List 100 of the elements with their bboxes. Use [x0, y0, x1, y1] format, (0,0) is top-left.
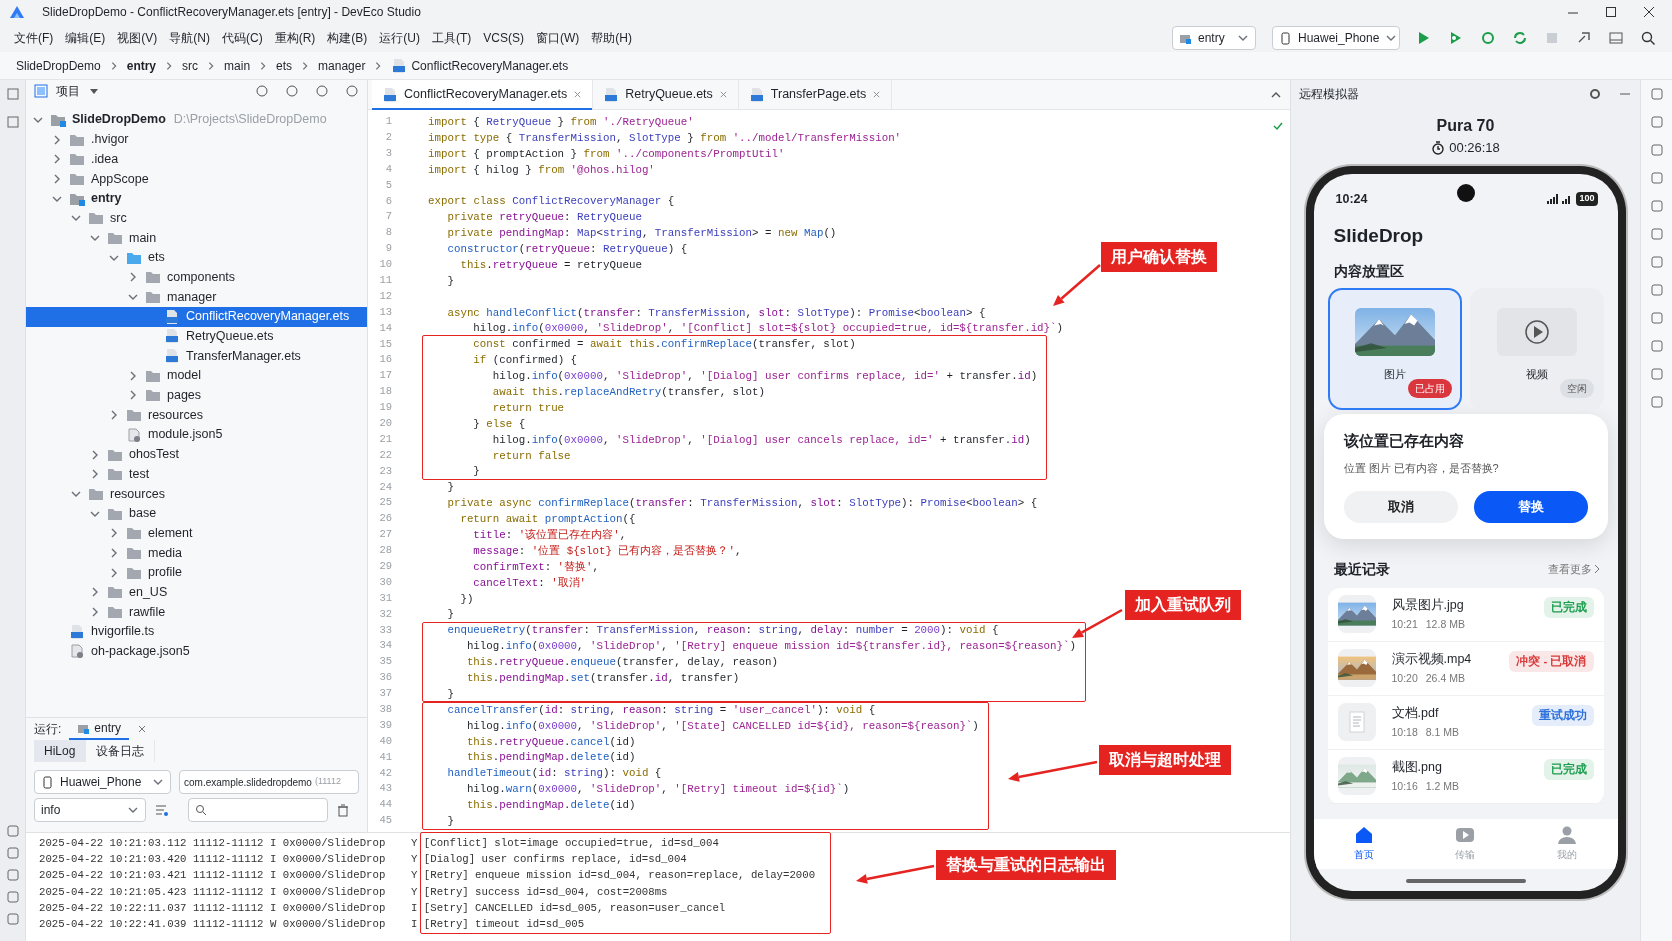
tool-icon[interactable] [1648, 282, 1665, 298]
breadcrumb-item[interactable]: src [182, 56, 199, 75]
close-icon[interactable] [1642, 5, 1656, 19]
tree-item[interactable]: pages [26, 385, 367, 406]
tool-icon[interactable] [1648, 254, 1665, 270]
line-number: 8 [384, 225, 392, 241]
menu-item[interactable]: 运行(U) [373, 27, 426, 49]
tree-item[interactable]: entry [26, 188, 367, 209]
more-link[interactable]: 查看更多 [1547, 561, 1592, 578]
menu-item[interactable]: 文件(F) [8, 27, 60, 49]
tree-item[interactable]: media [26, 543, 367, 563]
search-icon[interactable] [1640, 30, 1656, 46]
editor-tab[interactable]: TransferPage.ets [738, 79, 893, 110]
file-name: 演示视频.mp4 [1391, 650, 1472, 668]
device-select[interactable]: Huawei_Phone [1272, 26, 1400, 50]
search-field[interactable] [188, 798, 328, 822]
file-name: 风景图片.jpg [1391, 596, 1465, 614]
breadcrumb-item[interactable]: main [224, 56, 251, 75]
breadcrumb-item[interactable]: ConflictRecoveryManager.ets [411, 56, 569, 75]
tool-icon[interactable] [1648, 366, 1665, 382]
tool-icon[interactable] [1648, 394, 1665, 410]
tool-icon[interactable] [1648, 226, 1665, 242]
line-number: 21 [378, 431, 392, 447]
drop-slot[interactable]: 图片 已占用 [1327, 287, 1462, 410]
tool-icon[interactable] [1648, 338, 1665, 354]
code-line: await this.replaceAndRetry(transfer, slot) [491, 385, 765, 400]
menu-item[interactable]: 视图(V) [111, 27, 164, 49]
tree-item[interactable]: rawfile [26, 602, 367, 622]
file-time: 10:16 [1391, 779, 1418, 795]
level-select[interactable]: info [34, 798, 146, 822]
tool-icon[interactable] [1648, 310, 1665, 326]
ets-file-icon [164, 349, 180, 364]
menu-item[interactable]: 构建(B) [321, 27, 374, 49]
menu-item[interactable]: 导航(N) [163, 27, 216, 49]
breadcrumb-item[interactable]: SlideDropDemo [16, 56, 101, 75]
breadcrumb-item[interactable]: ets [276, 56, 293, 75]
tree-item[interactable]: hvigorfile.ts [26, 621, 367, 642]
menu-item[interactable]: 重构(R) [268, 27, 322, 49]
menu-item[interactable]: 帮助(H) [585, 27, 638, 49]
confirm-button[interactable]: 替换 [1473, 490, 1588, 523]
module-icon [69, 191, 85, 206]
tool-icon[interactable] [1648, 170, 1665, 186]
tree-item[interactable]: resources [26, 405, 367, 425]
tree-item[interactable]: AppScope [26, 169, 367, 189]
tree-item[interactable]: TransferManager.ets [26, 346, 367, 366]
menu-item[interactable]: 窗口(W) [530, 27, 586, 49]
maximize-icon[interactable] [1604, 5, 1618, 19]
nav-tab[interactable]: 首页 [1313, 818, 1415, 869]
phone-icon [41, 775, 54, 789]
sync-icon[interactable] [1512, 30, 1528, 46]
tree-item[interactable]: ets [26, 247, 367, 268]
trash-icon[interactable] [336, 803, 350, 817]
line-number: 15 [378, 336, 392, 352]
tree-item[interactable]: test [26, 464, 367, 485]
editor-tab[interactable]: RetryQueue.ets [593, 79, 739, 110]
log-level: I [269, 884, 277, 900]
tool-icon[interactable] [1648, 198, 1665, 214]
tool-icon[interactable] [1648, 142, 1665, 158]
breadcrumb-item[interactable]: manager [318, 56, 366, 75]
log-tag: 0x0000/SlideDrop [282, 851, 386, 868]
drop-slot[interactable]: 视频 空闲 [1469, 287, 1604, 410]
tree-item[interactable]: .idea [26, 149, 367, 170]
tree-item[interactable]: manager [26, 287, 367, 307]
tree-item[interactable]: element [26, 523, 367, 544]
tree-item[interactable]: ConflictRecoveryManager.ets [26, 306, 367, 327]
tree-item[interactable]: .hvigor [26, 129, 367, 150]
tree-item[interactable]: main [26, 228, 367, 248]
log-message: [Retry] enqueue mission id=sd_004, reason=replace, delay=2000 [423, 868, 816, 884]
log-tab[interactable]: 设备日志 [86, 740, 156, 762]
menu-item[interactable]: 代码(C) [216, 27, 269, 49]
menu-item[interactable]: 编辑(E) [59, 27, 112, 49]
log-marker: Y [411, 868, 418, 884]
tree-item[interactable]: en_US [26, 582, 367, 603]
log-tab[interactable]: HiLog [34, 740, 87, 762]
filter-icon[interactable] [154, 803, 170, 817]
tree-item[interactable]: RetryQueue.ets [26, 326, 367, 347]
tool-icon[interactable] [1648, 86, 1665, 102]
tree-item[interactable]: module.json5 [26, 425, 367, 445]
tool-icon[interactable] [1648, 114, 1665, 130]
tree-item[interactable]: resources [26, 484, 367, 504]
tree-item[interactable]: src [26, 208, 367, 229]
folder-icon [107, 585, 123, 600]
layout-icon[interactable] [1608, 30, 1624, 46]
breadcrumb-item[interactable]: entry [126, 56, 157, 75]
package-field[interactable]: com.example.slidedropdemo (11112 [179, 770, 359, 794]
tree-item[interactable]: model [26, 365, 367, 386]
editor-tab[interactable]: ConflictRecoveryManager.ets [372, 79, 594, 110]
menu-item[interactable]: VCS(S) [477, 27, 530, 49]
tree-item[interactable]: base [26, 503, 367, 524]
device-select[interactable]: Huawei_Phone [34, 770, 172, 794]
dialog-title: 该位置已存在内容 [1343, 430, 1465, 451]
menu-item[interactable]: 工具(T) [426, 27, 478, 49]
tree-item[interactable]: oh-package.json5 [26, 641, 367, 662]
signal-icon [1546, 192, 1572, 205]
cancel-button[interactable]: 取消 [1343, 490, 1458, 523]
line-number: 42 [378, 765, 392, 781]
tree-item[interactable]: profile [26, 562, 367, 583]
tree-item[interactable]: components [26, 267, 367, 288]
module-select[interactable]: entry [1172, 26, 1256, 50]
tree-item[interactable]: ohosTest [26, 444, 367, 465]
